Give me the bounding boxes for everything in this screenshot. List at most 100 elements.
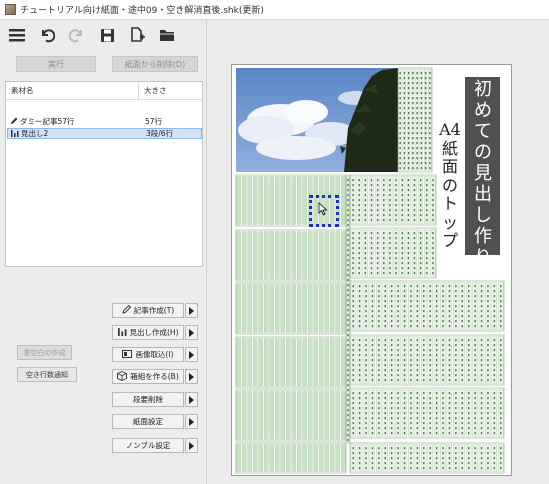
blank-line-notice-button[interactable]: 空き行数通知: [17, 367, 77, 382]
text-mark: [407, 219, 410, 222]
page-number-settings-button[interactable]: ノンブル設定: [112, 438, 184, 453]
text-mark: [397, 315, 399, 318]
text-mark: [391, 305, 393, 308]
text-mark: [358, 199, 360, 202]
text-mark: [384, 447, 386, 450]
main-headline[interactable]: 初めての見出し作り: [468, 79, 498, 268]
text-mark: [419, 214, 422, 217]
import-image-arrow-button[interactable]: [185, 347, 198, 362]
create-headline-button[interactable]: 見出し作成(H): [112, 325, 184, 340]
sub-headline[interactable]: A4紙面のトップ: [439, 120, 461, 251]
run-button[interactable]: 実行: [16, 56, 96, 72]
text-mark: [448, 354, 451, 357]
import-image-button[interactable]: 画像取込(I): [112, 347, 184, 362]
list-item[interactable]: ダミー記事57行 57行: [7, 116, 202, 127]
text-mark: [493, 310, 496, 313]
column-header-name[interactable]: 素材名: [6, 82, 139, 99]
text-mark: [383, 219, 385, 222]
page-settings-arrow-button[interactable]: [185, 414, 198, 429]
text-mark: [395, 262, 397, 265]
text-mark: [480, 452, 483, 455]
text-mark: [389, 257, 391, 260]
text-mark: [416, 369, 419, 372]
text-mark: [397, 447, 399, 450]
text-mark: [426, 219, 428, 222]
save-icon[interactable]: [96, 24, 118, 46]
text-mark: [376, 219, 379, 222]
text-mark: [420, 132, 423, 135]
redo-icon[interactable]: [66, 24, 88, 46]
text-mark: [395, 209, 397, 212]
open-folder-icon[interactable]: [156, 24, 178, 46]
layout-canvas[interactable]: 初めての見出し作り A4紙面のトップ: [207, 20, 549, 484]
text-mark: [468, 295, 470, 298]
text-mark: [370, 237, 373, 240]
text-mark: [395, 214, 397, 217]
text-mark: [370, 194, 373, 197]
newspaper-page[interactable]: 初めての見出し作り A4紙面のトップ: [231, 64, 512, 476]
text-mark: [424, 122, 427, 125]
text-mark: [407, 92, 410, 95]
text-mark: [397, 374, 399, 377]
column-header-size[interactable]: 大きさ: [139, 82, 167, 99]
text-mark: [455, 462, 457, 465]
text-mark: [424, 152, 427, 155]
text-mark: [347, 289, 349, 292]
text-mark: [347, 374, 349, 377]
text-mark: [413, 194, 416, 197]
make-box-arrow-button[interactable]: [185, 369, 198, 384]
text-mark: [378, 339, 380, 342]
new-page-icon[interactable]: [126, 24, 148, 46]
text-mark: [403, 369, 406, 372]
text-mark: [416, 300, 419, 303]
text-mark: [376, 199, 379, 202]
text-mark: [442, 397, 444, 400]
text-mark: [416, 397, 419, 400]
column-line: [258, 231, 263, 280]
text-mark: [416, 457, 419, 460]
text-mark: [416, 77, 418, 80]
text-mark: [468, 402, 470, 405]
page-settings-button[interactable]: 紙面設定: [112, 414, 184, 429]
menu-icon[interactable]: [6, 24, 28, 46]
text-mark: [429, 462, 431, 465]
text-mark: [358, 290, 361, 293]
remove-from-page-button[interactable]: 紙面から削除(D): [112, 56, 198, 72]
text-mark: [468, 354, 470, 357]
text-mark: [403, 397, 406, 400]
list-item[interactable]: 見出し2 3段/6行: [7, 128, 202, 139]
text-mark: [407, 77, 410, 80]
column-line: [324, 338, 329, 387]
page-number-settings-arrow-button[interactable]: [185, 438, 198, 453]
undo-icon[interactable]: [36, 24, 58, 46]
text-mark: [448, 432, 451, 435]
text-mark: [468, 417, 470, 420]
create-article-button[interactable]: 記事作成(T): [112, 303, 184, 318]
text-mark: [416, 157, 418, 160]
resolve-whitespace-button[interactable]: 重空白の作成: [17, 345, 72, 360]
text-mark: [448, 295, 451, 298]
text-mark: [423, 359, 425, 362]
text-mark: [420, 162, 423, 165]
create-headline-arrow-button[interactable]: [185, 325, 198, 340]
text-mark: [401, 237, 403, 240]
column-line: [402, 69, 406, 171]
text-mark: [371, 300, 374, 303]
text-mark: [493, 397, 496, 400]
text-mark: [352, 214, 354, 217]
delete-column-button[interactable]: 段要削除: [112, 392, 184, 407]
delete-column-arrow-button[interactable]: [185, 392, 198, 407]
material-size: 3段/6行: [146, 129, 174, 138]
create-article-arrow-button[interactable]: [185, 303, 198, 318]
text-mark: [358, 407, 361, 410]
text-mark: [468, 359, 470, 362]
text-mark: [352, 447, 354, 450]
text-mark: [395, 204, 397, 207]
text-mark: [403, 82, 406, 85]
text-mark: [358, 457, 361, 460]
text-mark: [480, 417, 483, 420]
make-box-button[interactable]: 箱組を作る(B): [112, 369, 184, 384]
text-mark: [424, 82, 427, 85]
text-mark: [352, 402, 354, 405]
text-mark: [480, 305, 483, 308]
